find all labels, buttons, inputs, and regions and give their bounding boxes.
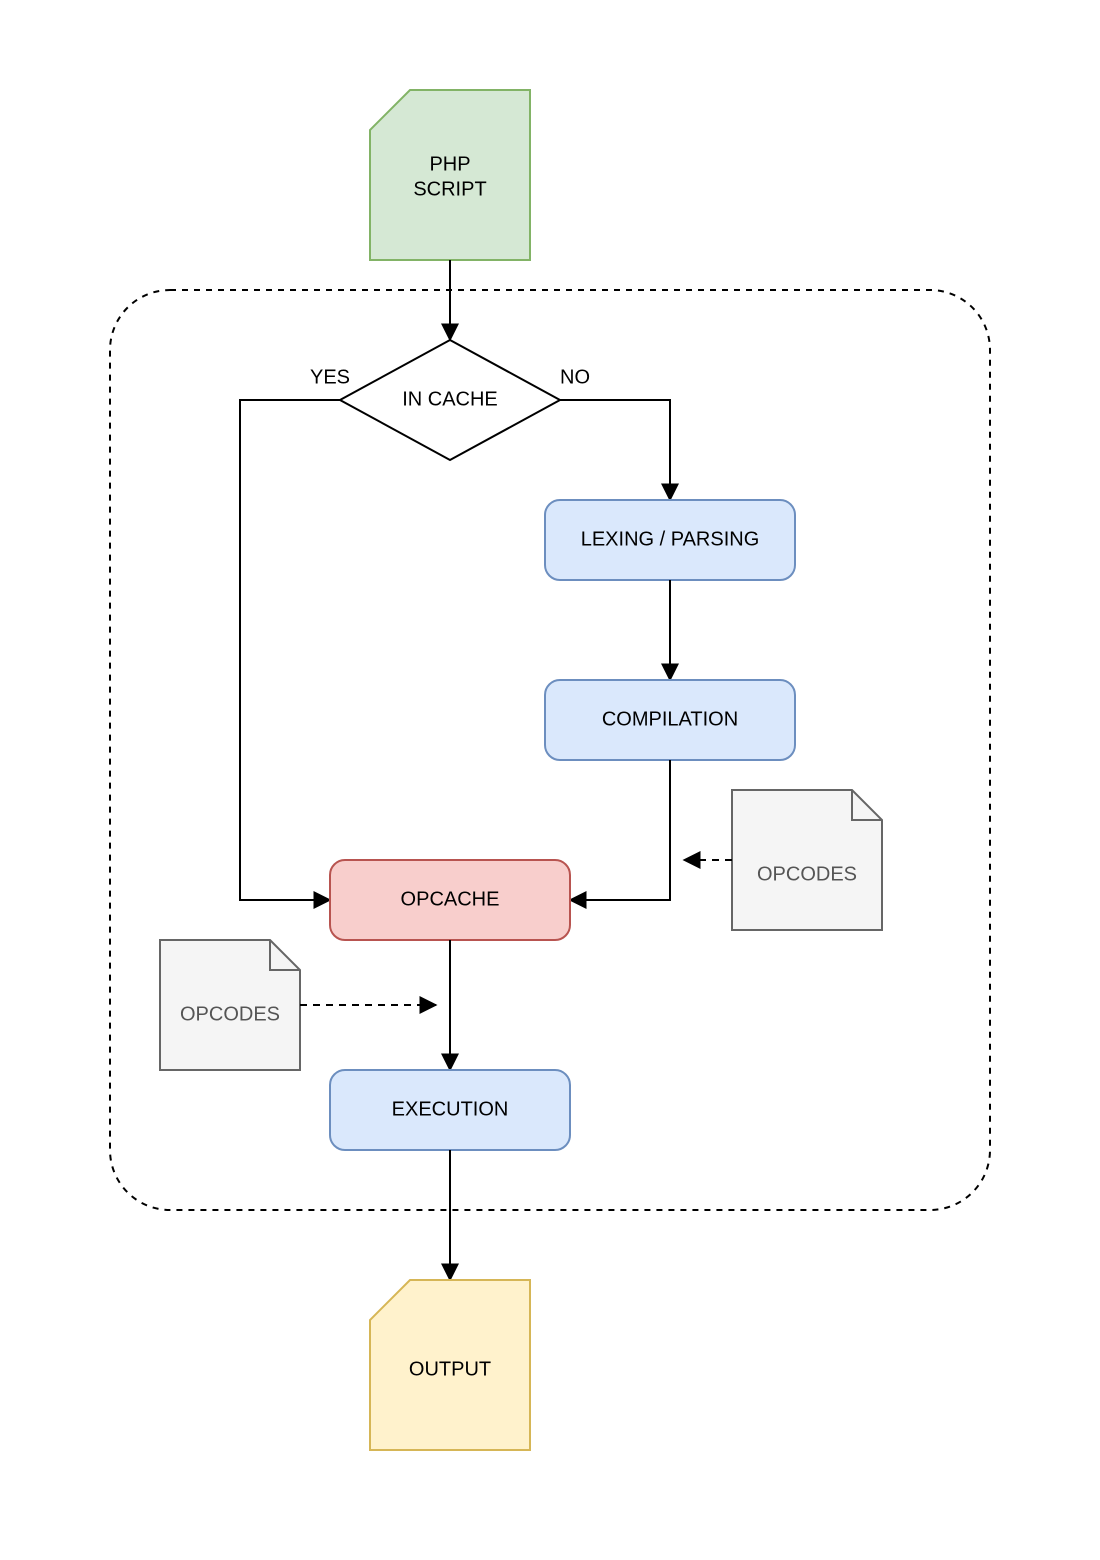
compilation-label: COMPILATION — [602, 708, 738, 730]
in-cache-label: IN CACHE — [402, 388, 498, 410]
output-label: OUTPUT — [409, 1358, 491, 1380]
edge-yes-label: YES — [310, 366, 350, 388]
execution-label: EXECUTION — [392, 1098, 509, 1120]
opcodes-left-label: OPCODES — [180, 1003, 280, 1025]
lexing-node: LEXING / PARSING — [545, 500, 795, 580]
output-node: OUTPUT — [370, 1280, 530, 1450]
opcodes-right-node: OPCODES — [732, 790, 882, 930]
lexing-label: LEXING / PARSING — [581, 528, 760, 550]
php-script-node: PHP SCRIPT — [370, 90, 530, 260]
opcache-label: OPCACHE — [401, 888, 500, 910]
compilation-node: COMPILATION — [545, 680, 795, 760]
php-script-label-2: SCRIPT — [413, 178, 486, 200]
php-script-label-1: PHP — [429, 153, 470, 175]
opcodes-right-label: OPCODES — [757, 863, 857, 885]
edge-yes: YES — [240, 366, 350, 900]
opcache-node: OPCACHE — [330, 860, 570, 940]
edge-compilation-to-opcache — [570, 760, 670, 900]
opcodes-left-node: OPCODES — [160, 940, 300, 1070]
flowchart: PHP SCRIPT IN CACHE YES NO LEXING / PARS… — [0, 0, 1100, 1560]
edge-no: NO — [560, 366, 670, 500]
in-cache-node: IN CACHE — [340, 340, 560, 460]
execution-node: EXECUTION — [330, 1070, 570, 1150]
edge-no-label: NO — [560, 366, 590, 388]
